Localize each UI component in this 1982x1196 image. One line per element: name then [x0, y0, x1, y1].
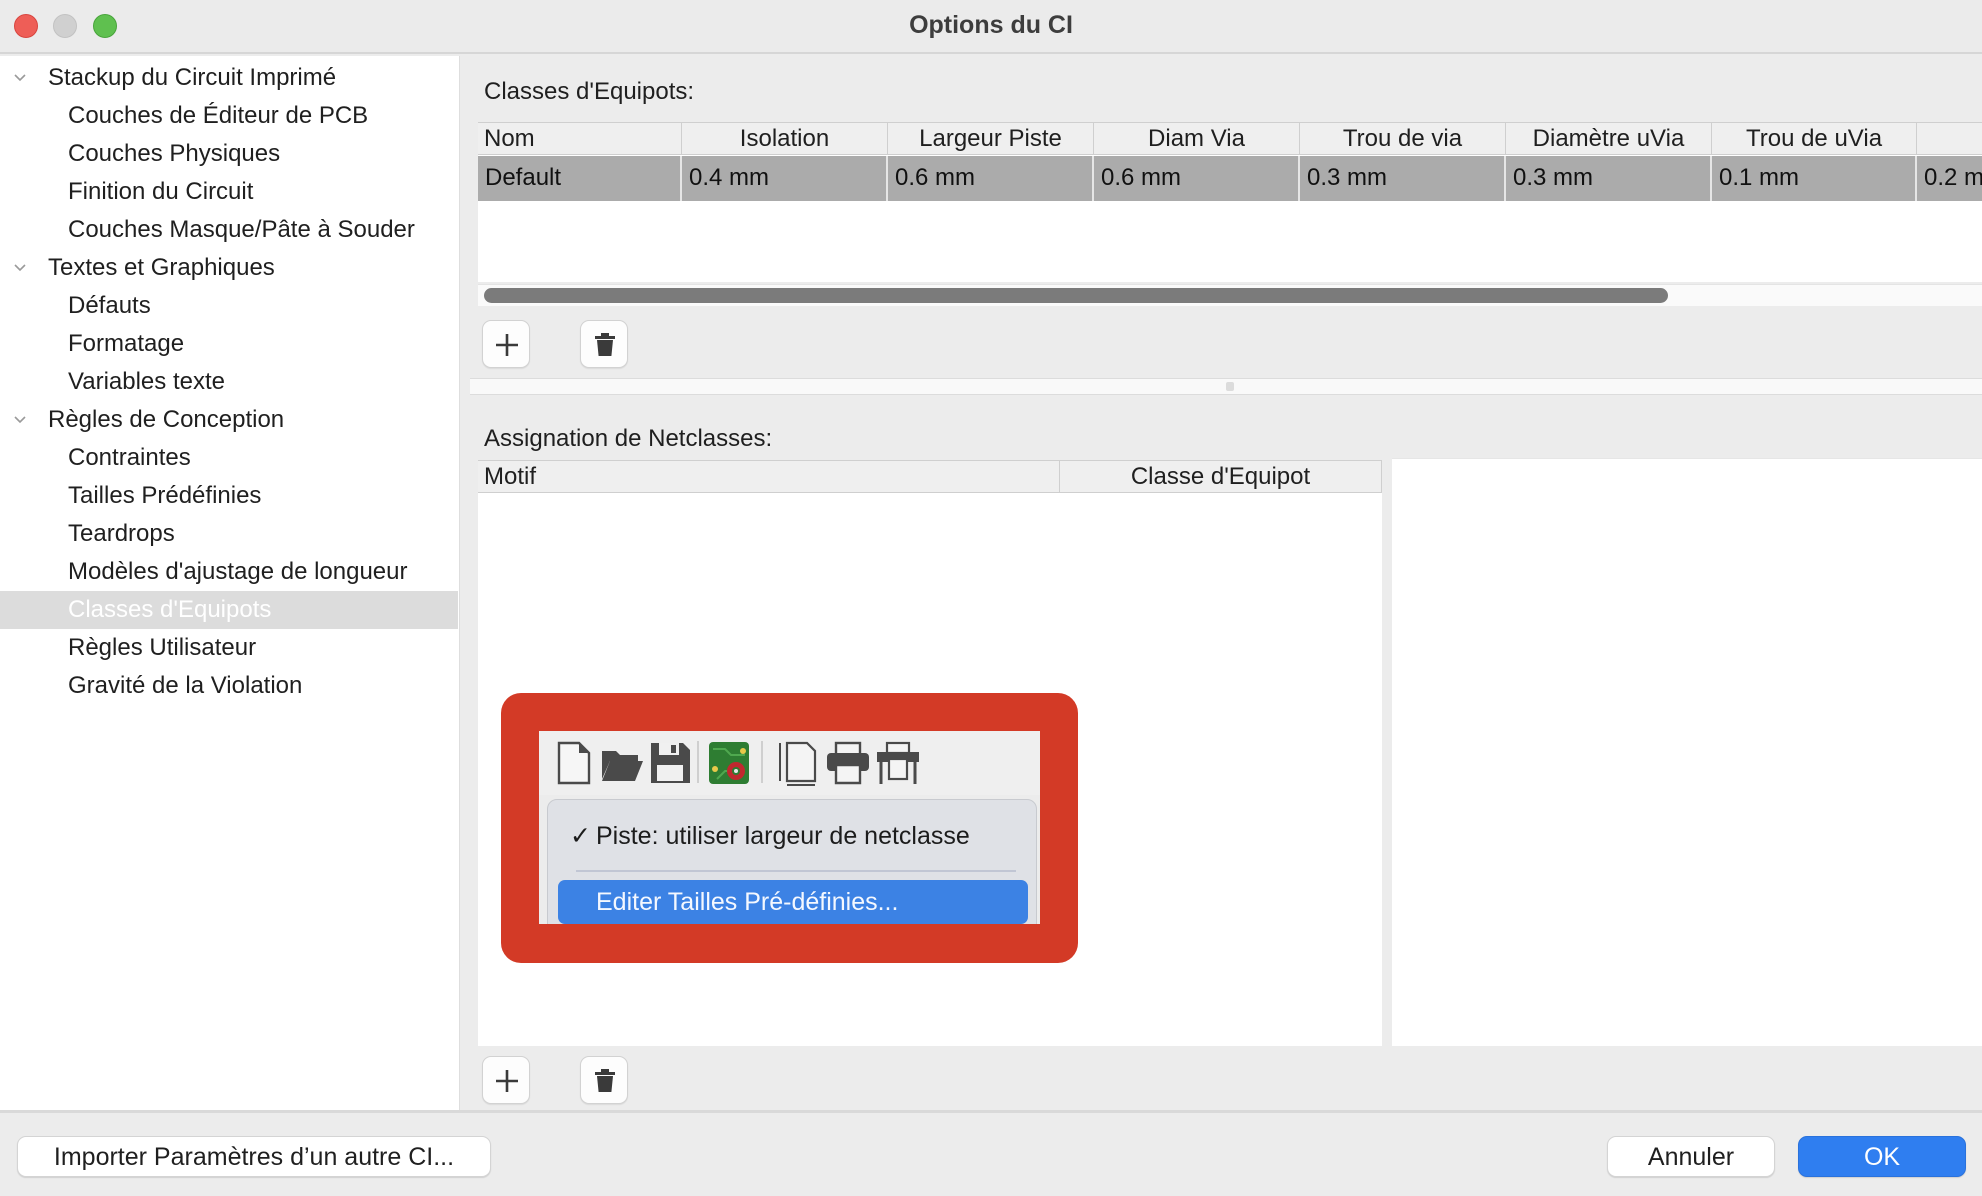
sidebar-item-label: Modèles d'ajustage de longueur — [68, 558, 408, 585]
sidebar-item[interactable]: Couches de Éditeur de PCB — [0, 97, 458, 135]
sidebar-item-label: Classes d'Equipots — [68, 596, 272, 623]
column-header[interactable]: Diamètre uVia — [1506, 123, 1712, 154]
sidebar-item-label: Stackup du Circuit Imprimé — [48, 64, 337, 91]
sidebar-item-label: Teardrops — [68, 520, 175, 547]
sidebar-item[interactable]: Formatage — [0, 325, 458, 363]
table-cell[interactable]: 0.1 mm — [1712, 156, 1917, 201]
sidebar-item[interactable]: Textes et Graphiques — [0, 249, 458, 287]
save-icon[interactable] — [647, 739, 693, 787]
scrollbar-thumb[interactable] — [484, 288, 1668, 303]
sidebar-item[interactable]: Règles Utilisateur — [0, 629, 458, 667]
splitter-grip-icon[interactable] — [1226, 382, 1234, 391]
menu-item-label: Piste: utiliser largeur de netclasse — [596, 822, 970, 850]
netclasses-grid[interactable]: Nom Isolation Largeur Piste Diam Via Trou de… — [478, 122, 1982, 282]
open-folder-icon[interactable] — [599, 739, 645, 787]
new-file-icon[interactable] — [551, 739, 597, 787]
menu-item-label: Editer Tailles Pré-définies... — [596, 888, 899, 916]
sidebar-item[interactable]: Contraintes — [0, 439, 458, 477]
sidebar-item-label: Textes et Graphiques — [48, 254, 275, 281]
checkmark-icon: ✓ — [570, 822, 591, 850]
pcb-toolbar — [539, 731, 1040, 795]
column-header[interactable]: Isolation — [682, 123, 888, 154]
sidebar-item[interactable]: Couches Physiques — [0, 135, 458, 173]
table-cell[interactable]: 0.3 mm — [1300, 156, 1506, 201]
sidebar-item-label: Tailles Prédéfinies — [68, 482, 262, 509]
sidebar-item-label: Règles de Conception — [48, 406, 285, 433]
column-header-netclass[interactable]: Classe d'Equipot — [1060, 461, 1382, 492]
import-settings-button[interactable]: Importer Paramètres d’un autre CI... — [17, 1136, 491, 1177]
cancel-button[interactable]: Annuler — [1607, 1136, 1775, 1177]
ok-button[interactable]: OK — [1798, 1136, 1966, 1177]
sidebar-item[interactable]: Stackup du Circuit Imprimé — [0, 59, 458, 97]
board-setup-icon[interactable] — [707, 739, 753, 787]
netclasses-label: Classes d'Equipots: — [484, 78, 695, 105]
footer-divider — [0, 1110, 1982, 1113]
sidebar-item-label: Gravité de la Violation — [68, 672, 303, 699]
column-header[interactable]: Larg — [1917, 123, 1982, 154]
sidebar-item[interactable]: Finition du Circuit — [0, 173, 458, 211]
netclasses-grid-header: Nom Isolation Largeur Piste Diam Via Trou de… — [478, 122, 1982, 155]
menu-item-edit-predefined-sizes[interactable]: Editer Tailles Pré-définies... — [558, 880, 1028, 924]
toolbar-separator — [761, 741, 763, 783]
sidebar-item-label: Couches Masque/Pâte à Souder — [68, 216, 415, 243]
menu-separator — [576, 870, 1016, 872]
trash-icon — [595, 333, 615, 356]
column-header[interactable]: Trou de uVia — [1712, 123, 1917, 154]
print-icon[interactable] — [825, 739, 871, 787]
column-header-pattern[interactable]: Motif — [478, 461, 1060, 492]
toolbar-separator — [697, 741, 699, 783]
sidebar-item-label: Défauts — [68, 292, 151, 319]
sidebar-item[interactable]: Gravité de la Violation — [0, 667, 458, 705]
sidebar-item[interactable]: Couches Masque/Pâte à Souder — [0, 211, 458, 249]
sidebar-item-label: Finition du Circuit — [68, 178, 254, 205]
plus-icon — [496, 334, 518, 356]
plus-icon — [496, 1070, 518, 1092]
sidebar-item[interactable]: Tailles Prédéfinies — [0, 477, 458, 515]
column-header[interactable]: Diam Via — [1094, 123, 1300, 154]
table-cell[interactable]: Default — [478, 156, 682, 201]
sidebar-item-label: Contraintes — [68, 444, 191, 471]
add-netclass-button[interactable] — [482, 320, 530, 368]
trash-icon — [595, 1069, 615, 1092]
settings-tree: Stackup du Circuit Imprimé Couches de Édi… — [0, 56, 460, 1110]
menu-item-use-netclass-width[interactable]: ✓ Piste: utiliser largeur de netclasse — [548, 816, 1036, 856]
table-cell[interactable]: 0.4 mm — [682, 156, 888, 201]
callout-screenshot: ✓ Piste: utiliser largeur de netclasse E… — [539, 731, 1040, 924]
page-settings-icon[interactable] — [775, 739, 821, 787]
sidebar-item[interactable]: Classes d'Equipots — [0, 591, 458, 629]
chevron-down-icon[interactable] — [13, 413, 27, 427]
sidebar-item-label: Formatage — [68, 330, 185, 357]
delete-netclass-button[interactable] — [580, 320, 628, 368]
column-header[interactable]: Trou de via — [1300, 123, 1506, 154]
table-row[interactable]: Default 0.4 mm 0.6 mm 0.6 mm 0.3 mm 0.3 mm 0.1… — [478, 156, 1982, 201]
table-cell[interactable]: 0.6 mm — [1094, 156, 1300, 201]
assignments-side-panel — [1392, 458, 1982, 1046]
assignments-label: Assignation de Netclasses: — [484, 425, 773, 452]
table-cell[interactable]: 0.2 m — [1917, 156, 1982, 201]
sidebar-item-label: Variables texte — [68, 368, 225, 395]
add-assignment-button[interactable] — [482, 1056, 530, 1104]
assignments-grid-header: Motif Classe d'Equipot — [478, 460, 1382, 493]
sidebar-item-label: Règles Utilisateur — [68, 634, 257, 661]
sidebar-item[interactable]: Règles de Conception — [0, 401, 458, 439]
track-width-menu: ✓ Piste: utiliser largeur de netclasse E… — [547, 799, 1037, 924]
column-header[interactable]: Largeur Piste — [888, 123, 1094, 154]
sidebar-item[interactable]: Modèles d'ajustage de longueur — [0, 553, 458, 591]
delete-assignment-button[interactable] — [580, 1056, 628, 1104]
sidebar-item[interactable]: Teardrops — [0, 515, 458, 553]
column-header[interactable]: Nom — [478, 123, 682, 154]
plot-icon[interactable] — [875, 739, 921, 787]
sidebar-item[interactable]: Défauts — [0, 287, 458, 325]
chevron-down-icon[interactable] — [13, 71, 27, 85]
chevron-down-icon[interactable] — [13, 261, 27, 275]
sidebar-item-label: Couches de Éditeur de PCB — [68, 102, 369, 129]
title-bar: Options du CI — [0, 0, 1982, 54]
window-title: Options du CI — [909, 11, 1073, 39]
table-cell[interactable]: 0.3 mm — [1506, 156, 1712, 201]
sidebar-item[interactable]: Variables texte — [0, 363, 458, 401]
sidebar-item-label: Couches Physiques — [68, 140, 281, 167]
table-cell[interactable]: 0.6 mm — [888, 156, 1094, 201]
